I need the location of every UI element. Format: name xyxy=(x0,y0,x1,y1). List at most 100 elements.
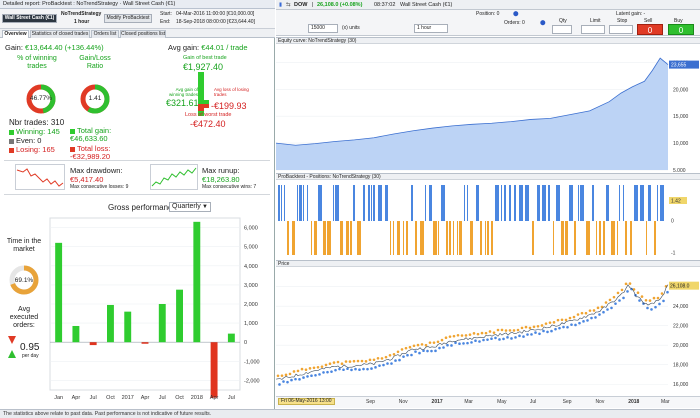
instrument-button[interactable]: Wall Street Cash (€1) xyxy=(2,14,57,23)
buy-marker xyxy=(494,336,497,340)
winning-count: Winning: 145 xyxy=(9,127,60,136)
sell-marker xyxy=(380,357,384,360)
buy-marker xyxy=(338,367,341,371)
buy-marker xyxy=(558,326,561,330)
sell-marker xyxy=(640,295,644,298)
buy-marker xyxy=(622,296,625,300)
sell-marker xyxy=(316,365,320,369)
long-position-bar xyxy=(537,185,540,221)
x-tick-label: Oct xyxy=(106,395,115,401)
buy-marker xyxy=(378,364,381,367)
tab-overview[interactable]: Overview xyxy=(2,30,29,38)
sell-marker xyxy=(512,329,516,332)
stop-input[interactable] xyxy=(609,25,633,34)
buy-marker xyxy=(410,353,413,357)
buy-marker xyxy=(562,325,565,329)
detailed-report-panel: Detailed report: ProBacktest : NoTrendSt… xyxy=(0,0,275,418)
tab-statistics-closed-trades[interactable]: Statistics of closed trades xyxy=(30,30,90,38)
buy-marker xyxy=(570,323,573,326)
tab-orders-list[interactable]: Orders list xyxy=(91,30,119,38)
buy-marker xyxy=(482,338,485,342)
long-position-bar xyxy=(578,185,579,221)
sell-marker xyxy=(412,344,416,348)
y-tick-label: 20,000 xyxy=(673,87,689,93)
buy-marker xyxy=(518,334,521,338)
long-position-bar xyxy=(495,185,499,221)
x-tick-label: 2017 xyxy=(431,399,443,405)
buy-marker xyxy=(290,378,293,382)
sparkline-frame xyxy=(15,164,65,190)
short-position-bar xyxy=(403,221,404,255)
x-tick-label: Sep xyxy=(562,399,572,405)
y-tick-label: -1,000 xyxy=(244,359,260,365)
sell-marker xyxy=(652,296,656,300)
long-position-bar xyxy=(297,185,298,221)
units-select-value: 15000 xyxy=(311,25,325,31)
short-position-bar xyxy=(453,221,454,255)
buy-marker xyxy=(382,363,385,367)
units-select[interactable]: 15000 xyxy=(308,24,338,33)
worst-trade-bar xyxy=(198,104,204,111)
tab-closed-positions-list[interactable]: Closed positions list xyxy=(120,30,166,38)
time-axis-labels: Sep Nov 2017 Mar May Jul Sep Nov 2018 Mar xyxy=(276,399,670,407)
positions-panel-header: ProBacktest - Positions: NoTrendStrategy… xyxy=(276,173,700,180)
short-position-bar xyxy=(487,221,489,255)
short-position-bar xyxy=(327,221,331,255)
y-tick-label: 15,000 xyxy=(673,114,689,120)
buy-marker xyxy=(534,331,537,334)
sell-button[interactable]: 0 xyxy=(637,24,663,35)
qty-input[interactable] xyxy=(552,25,572,34)
sell-marker xyxy=(608,298,612,302)
long-position-bar xyxy=(318,185,322,221)
sell-marker xyxy=(504,329,508,332)
sell-marker xyxy=(340,362,344,366)
buy-marker xyxy=(322,371,325,374)
start-label: Start: xyxy=(160,11,172,17)
sell-marker xyxy=(300,367,304,371)
limit-input[interactable] xyxy=(581,25,605,34)
long-position-bar xyxy=(592,185,594,221)
positions-chart: 1.42 0 -1 xyxy=(276,185,687,257)
sell-marker xyxy=(432,341,436,344)
bar xyxy=(55,242,63,343)
losing-label: Losing: xyxy=(16,145,41,154)
buy-marker xyxy=(442,346,445,349)
modify-probacktest-button[interactable]: Modify ProBacktest xyxy=(104,14,152,23)
sell-marker xyxy=(484,331,488,335)
down-arrow-icon xyxy=(8,336,16,344)
sell-marker xyxy=(612,295,616,299)
long-position-bar xyxy=(278,185,280,221)
buy-marker xyxy=(346,367,349,371)
long-position-bar xyxy=(411,185,413,221)
sell-marker xyxy=(440,338,444,342)
x-tick-label: Apr xyxy=(72,395,81,401)
buy-button[interactable]: 0 xyxy=(668,24,694,35)
buy-marker xyxy=(526,333,529,336)
sell-marker xyxy=(468,333,472,336)
last-time: 08:37:02 xyxy=(374,2,396,8)
sell-marker xyxy=(332,361,336,364)
buy-marker xyxy=(474,339,477,343)
long-position-bar xyxy=(385,185,388,221)
buy-marker xyxy=(454,341,457,345)
buy-marker xyxy=(578,321,581,325)
buy-marker xyxy=(386,362,389,365)
position-arrow-icon[interactable]: ⬤ xyxy=(513,11,519,17)
max-runup-value: €18,263.80 xyxy=(202,175,240,184)
total-loss: Total loss: -€32,989.20 xyxy=(70,145,110,161)
short-position-bar xyxy=(393,221,394,255)
buy-marker xyxy=(390,362,393,365)
orders-arrow-icon[interactable]: ⬤ xyxy=(540,20,546,26)
gain-label: Gain: xyxy=(5,43,23,52)
buy-marker xyxy=(538,332,541,336)
y-tick-label: 22,000 xyxy=(673,324,689,330)
buy-marker xyxy=(334,368,337,372)
sell-marker xyxy=(404,346,408,350)
period-select[interactable]: Quarterly ▼ xyxy=(169,202,211,212)
short-position-bar xyxy=(311,221,312,255)
bar xyxy=(193,221,201,343)
timeframe-select[interactable]: 1 hour xyxy=(414,24,448,33)
short-position-bar xyxy=(415,221,417,255)
sell-marker xyxy=(596,306,600,310)
sell-marker xyxy=(516,328,520,332)
